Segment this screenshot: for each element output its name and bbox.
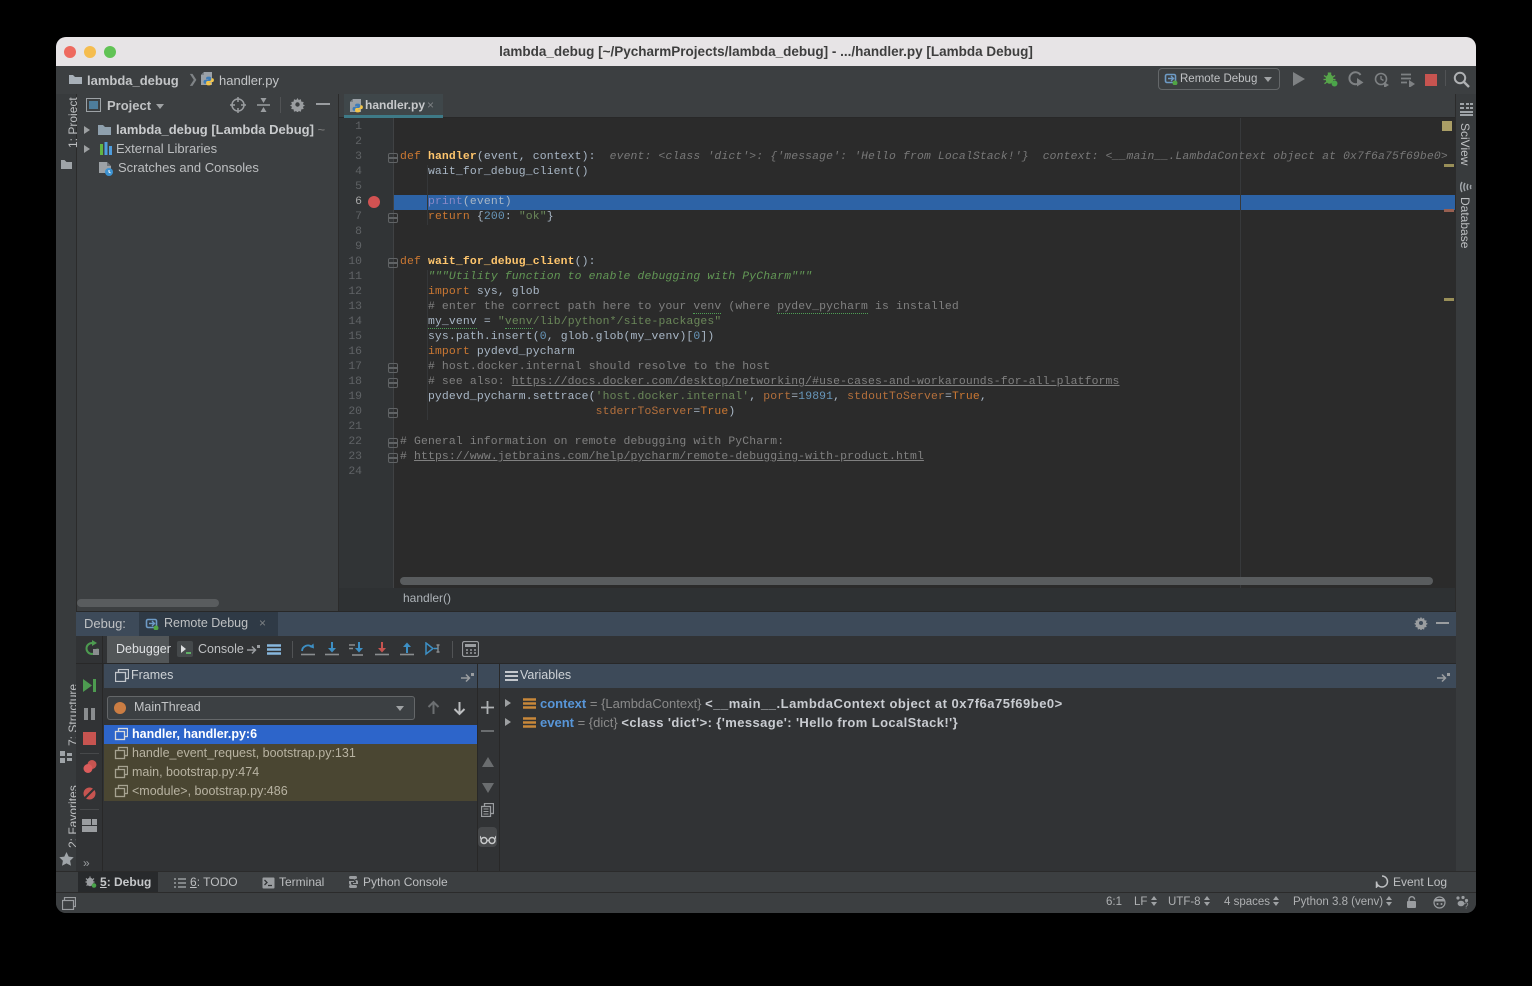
svg-text:?: ? (1464, 902, 1469, 910)
